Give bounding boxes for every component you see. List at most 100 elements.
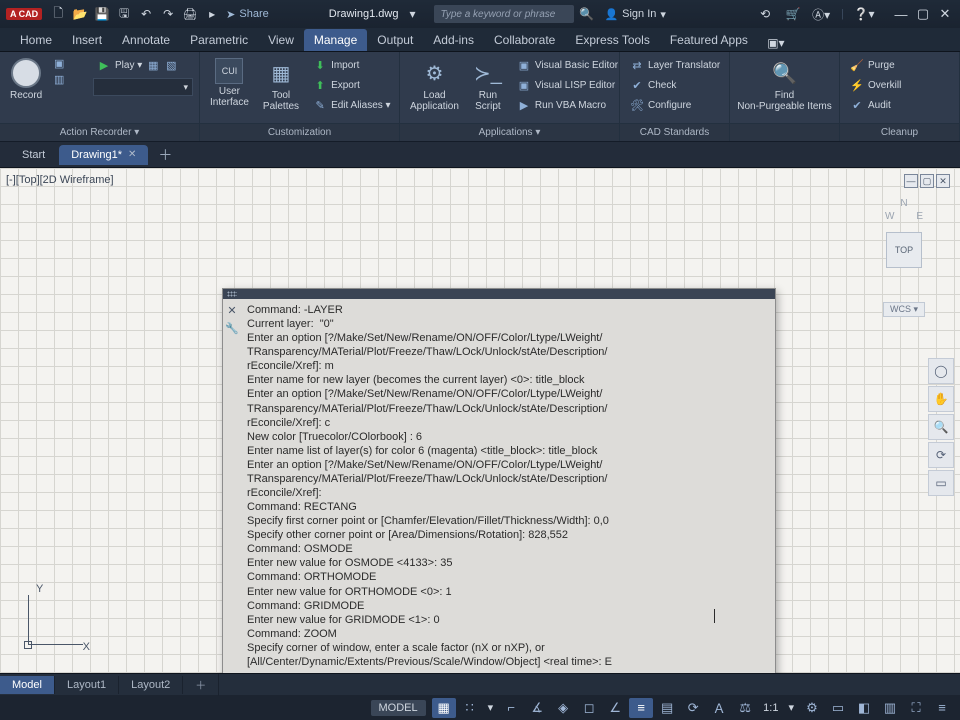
tab-layout2[interactable]: Layout2 [119,676,183,694]
snap-toggle-icon[interactable]: ∷ [458,698,482,718]
find-nonpurgeable-button[interactable]: 🔍 Find Non-Purgeable Items [733,56,836,114]
polar-toggle-icon[interactable]: ∡ [525,698,549,718]
tab-parametric[interactable]: Parametric [180,29,258,51]
command-settings-icon[interactable]: 🔧 [225,321,239,335]
tab-home[interactable]: Home [10,29,62,51]
tool-palettes-button[interactable]: ▦ Tool Palettes [259,56,303,114]
customize-status-icon[interactable]: ≡ [930,698,954,718]
cart-icon[interactable]: 🛒 [785,6,801,22]
tab-insert[interactable]: Insert [62,29,112,51]
hardware-icon[interactable]: ◧ [852,698,876,718]
rec-ex2-icon[interactable]: ▧ [164,58,178,72]
chevron-right-icon[interactable]: ▸ [204,6,220,22]
check-button[interactable]: ✔Check [626,76,724,94]
load-application-button[interactable]: ⚙ Load Application [406,56,463,114]
tab-featured-apps[interactable]: Featured Apps [660,29,758,51]
tab-view[interactable]: View [258,29,304,51]
maximize-button[interactable]: ▢ [914,6,932,22]
cycling-icon[interactable]: ⟳ [681,698,705,718]
isoplane-icon[interactable]: ◈ [551,698,575,718]
vbe-button[interactable]: ▣Visual Basic Editor [513,56,622,74]
help-icon[interactable]: ❔▾ [856,6,872,22]
vp-close-icon[interactable]: ✕ [936,174,950,188]
add-layout-button[interactable]: ＋ [183,674,219,696]
rec-ex1-icon[interactable]: ▦ [146,58,160,72]
workspace-icon[interactable]: ⚙ [800,698,824,718]
edit-aliases-button[interactable]: ✎Edit Aliases ▾ [309,96,395,114]
redo-icon[interactable]: ↷ [160,6,176,22]
vp-maximize-icon[interactable]: ▢ [920,174,934,188]
viewport-label[interactable]: [-][Top][2D Wireframe] [6,174,114,186]
record-button[interactable]: Record [6,56,46,103]
drawing-canvas[interactable]: [-][Top][2D Wireframe] — ▢ ✕ N WE TOP WC… [0,168,960,673]
user-interface-button[interactable]: CUI User Interface [206,56,253,110]
tab-output[interactable]: Output [367,29,423,51]
clean-screen-icon[interactable]: ⛶ [904,698,928,718]
tab-close-icon[interactable]: ✕ [128,149,136,160]
export-button[interactable]: ⬆Export [309,76,395,94]
tab-drawing1[interactable]: Drawing1* ✕ [59,145,148,165]
undo-icon[interactable]: ↶ [138,6,154,22]
minimize-button[interactable]: — [892,6,910,22]
monitor-icon[interactable]: ▭ [826,698,850,718]
otrack-toggle-icon[interactable]: ∠ [603,698,627,718]
scale-display[interactable]: 1:1 [759,702,782,714]
run-script-button[interactable]: ≻_ Run Script [469,56,507,114]
overkill-button[interactable]: ⚡Overkill [846,76,905,94]
vp-minimize-icon[interactable]: — [904,174,918,188]
tab-addins[interactable]: Add-ins [423,29,484,51]
layer-translator-button[interactable]: ⇄Layer Translator [626,56,724,74]
annoscale-icon[interactable]: ⚖ [733,698,757,718]
panel-title-applications[interactable]: Applications ▾ [400,123,619,141]
title-dropdown-icon[interactable]: ▾ [404,6,420,22]
save-icon[interactable]: 💾 [94,6,110,22]
tab-express-tools[interactable]: Express Tools [565,29,659,51]
rec-opt1-icon[interactable]: ▣ [52,56,66,70]
nav-orbit-icon[interactable]: ⟳ [928,442,954,468]
tab-start[interactable]: Start [10,145,57,165]
annotation-icon[interactable]: Ａ [707,698,731,718]
tab-layout1[interactable]: Layout1 [55,676,119,694]
search-input[interactable]: Type a keyword or phrase [434,5,574,23]
grid-toggle-icon[interactable]: ▦ [432,698,456,718]
configure-button[interactable]: 🛠Configure [626,96,724,114]
scale-dropdown-icon[interactable]: ▾ [784,701,798,714]
signin-button[interactable]: 👤 Sign In ▾ [604,8,665,21]
sync-icon[interactable]: ⟲ [757,6,773,22]
share-button[interactable]: ➤ Share [226,8,269,21]
command-history[interactable]: Command: -LAYER Current layer: "0" Enter… [223,299,775,673]
command-grip[interactable] [223,289,775,299]
panel-title-action-recorder[interactable]: Action Recorder ▾ [0,123,199,141]
purge-button[interactable]: 🧹Purge [846,56,905,74]
isolate-icon[interactable]: ▥ [878,698,902,718]
new-icon[interactable]: 🗋 [50,6,66,22]
vba-button[interactable]: ▶Run VBA Macro [513,96,622,114]
macro-combo[interactable]: ▾ [93,78,193,96]
ribbon-expand-icon[interactable]: ▣▾ [768,35,784,51]
command-close-icon[interactable]: ✕ [225,303,239,317]
command-window[interactable]: ✕ 🔧 Command: -LAYER Current layer: "0" E… [222,288,776,673]
ortho-toggle-icon[interactable]: ⌐ [499,698,523,718]
audit-button[interactable]: ✔Audit [846,96,905,114]
saveas-icon[interactable]: 🖫 [116,6,132,22]
search-icon[interactable]: 🔍 [578,6,594,22]
nav-wheel-icon[interactable]: ◯ [928,358,954,384]
nav-zoom-icon[interactable]: 🔍 [928,414,954,440]
model-space-chip[interactable]: MODEL [371,700,426,716]
new-tab-button[interactable]: ＋ [150,141,180,169]
tab-collaborate[interactable]: Collaborate [484,29,565,51]
play-button[interactable]: ▶ Play ▾ ▦ ▧ [93,56,193,74]
nav-pan-icon[interactable]: ✋ [928,386,954,412]
tab-model[interactable]: Model [0,676,55,694]
open-icon[interactable]: 📂 [72,6,88,22]
a360-icon[interactable]: Ⓐ▾ [813,6,829,22]
wcs-selector[interactable]: WCS ▾ [883,302,925,317]
viewcube-top[interactable]: TOP [886,232,922,268]
tab-manage[interactable]: Manage [304,29,367,51]
transparency-icon[interactable]: ▤ [655,698,679,718]
import-button[interactable]: ⬇Import [309,56,395,74]
rec-opt2-icon[interactable]: ▥ [52,72,66,86]
viewcube-compass[interactable]: N WE [885,198,923,222]
tab-annotate[interactable]: Annotate [112,29,180,51]
close-button[interactable]: ✕ [936,6,954,22]
